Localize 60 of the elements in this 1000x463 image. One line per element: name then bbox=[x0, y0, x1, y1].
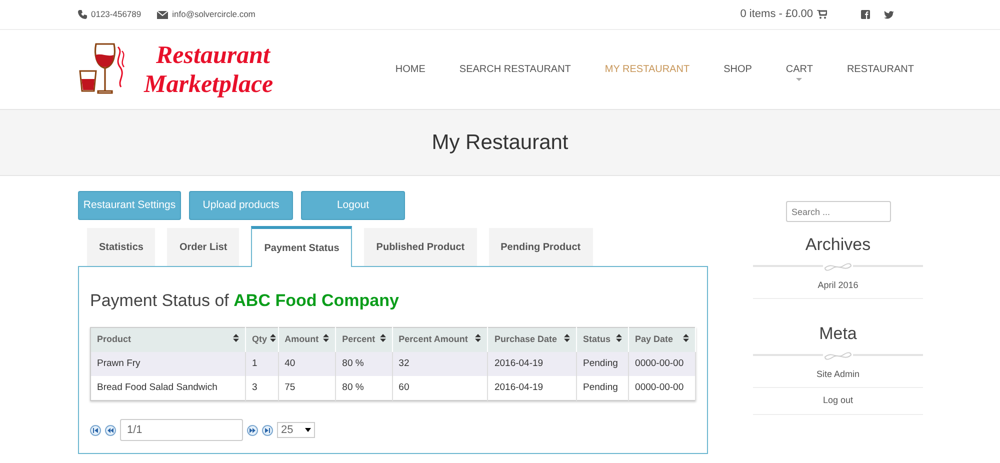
table-cell: Prawn Fry bbox=[90, 352, 246, 376]
table-cell: Pending bbox=[576, 352, 629, 376]
table-cell: Bread Food Salad Sandwich bbox=[90, 376, 246, 401]
sidebar-link[interactable]: April 2016 bbox=[753, 272, 923, 299]
previous-page-icon[interactable] bbox=[105, 424, 116, 436]
page-size-select[interactable]: 25 bbox=[277, 422, 315, 438]
search-field[interactable]: Search ... bbox=[786, 201, 890, 222]
cart-summary[interactable]: 0 items - £0.00 bbox=[740, 6, 813, 23]
tab[interactable]: Published Product bbox=[364, 228, 477, 266]
logo-text: Restaurant bbox=[155, 40, 272, 70]
table-cell: 60 bbox=[392, 376, 488, 401]
table-cell: 1 bbox=[246, 352, 278, 376]
nav-link[interactable]: SHOP bbox=[706, 62, 769, 77]
table-cell: 32 bbox=[392, 352, 488, 376]
logo-text: Marketplace bbox=[144, 70, 274, 98]
page-field[interactable]: 1/1 bbox=[120, 419, 243, 442]
page-title: My Restaurant bbox=[432, 130, 568, 156]
sort-icon[interactable] bbox=[616, 334, 622, 342]
tab[interactable]: Order List bbox=[167, 228, 240, 266]
table-cell: 3 bbox=[246, 376, 278, 401]
panel-heading: Payment Status of ABC Food Company bbox=[90, 291, 400, 312]
cart-icon[interactable] bbox=[817, 10, 827, 19]
next-page-icon[interactable] bbox=[247, 424, 258, 436]
column-header[interactable]: Product bbox=[97, 334, 132, 344]
widget-title: Archives bbox=[804, 234, 872, 256]
table-cell: 2016-04-19 bbox=[488, 352, 577, 376]
tab[interactable]: Pending Product bbox=[488, 228, 593, 266]
envelope-icon bbox=[157, 10, 168, 18]
tab[interactable]: Payment Status bbox=[251, 226, 352, 267]
twitter-icon[interactable] bbox=[884, 10, 894, 18]
nav-link[interactable]: CART bbox=[768, 62, 830, 77]
table-cell: 40 bbox=[278, 352, 336, 376]
caret-icon bbox=[305, 428, 311, 432]
sort-icon[interactable] bbox=[475, 334, 482, 342]
nav-link[interactable]: HOME bbox=[378, 62, 442, 77]
facebook-icon[interactable] bbox=[861, 10, 870, 19]
tab[interactable]: Statistics bbox=[87, 228, 156, 266]
first-page-icon[interactable] bbox=[90, 424, 101, 436]
phone-icon bbox=[78, 10, 87, 19]
sort-icon[interactable] bbox=[323, 334, 330, 342]
nav-link[interactable]: SEARCH RESTAURANT bbox=[442, 62, 588, 77]
sort-icon[interactable] bbox=[270, 334, 276, 342]
sort-icon[interactable] bbox=[683, 334, 689, 342]
sort-icon[interactable] bbox=[380, 334, 386, 342]
last-page-icon[interactable] bbox=[262, 424, 273, 436]
table-cell: 0000-00-00 bbox=[628, 376, 696, 401]
sidebar-link[interactable]: Log out bbox=[753, 388, 923, 414]
table-cell: 0000-00-00 bbox=[628, 352, 696, 376]
sidebar-link[interactable]: Site Admin bbox=[753, 362, 923, 388]
table-cell: 2016-04-19 bbox=[488, 376, 577, 401]
table-cell: 80 % bbox=[336, 352, 392, 376]
phone-number: 0123-456789 bbox=[91, 8, 142, 21]
nav-link[interactable]: RESTAURANT bbox=[830, 62, 922, 77]
sort-icon[interactable] bbox=[233, 334, 239, 342]
email-address: info@solvercircle.com bbox=[172, 8, 256, 21]
table-cell: Pending bbox=[576, 376, 629, 401]
table-cell: 80 % bbox=[336, 376, 392, 401]
table-cell: 75 bbox=[278, 376, 336, 401]
sort-icon[interactable] bbox=[564, 334, 570, 342]
widget-title: Meta bbox=[818, 323, 858, 345]
